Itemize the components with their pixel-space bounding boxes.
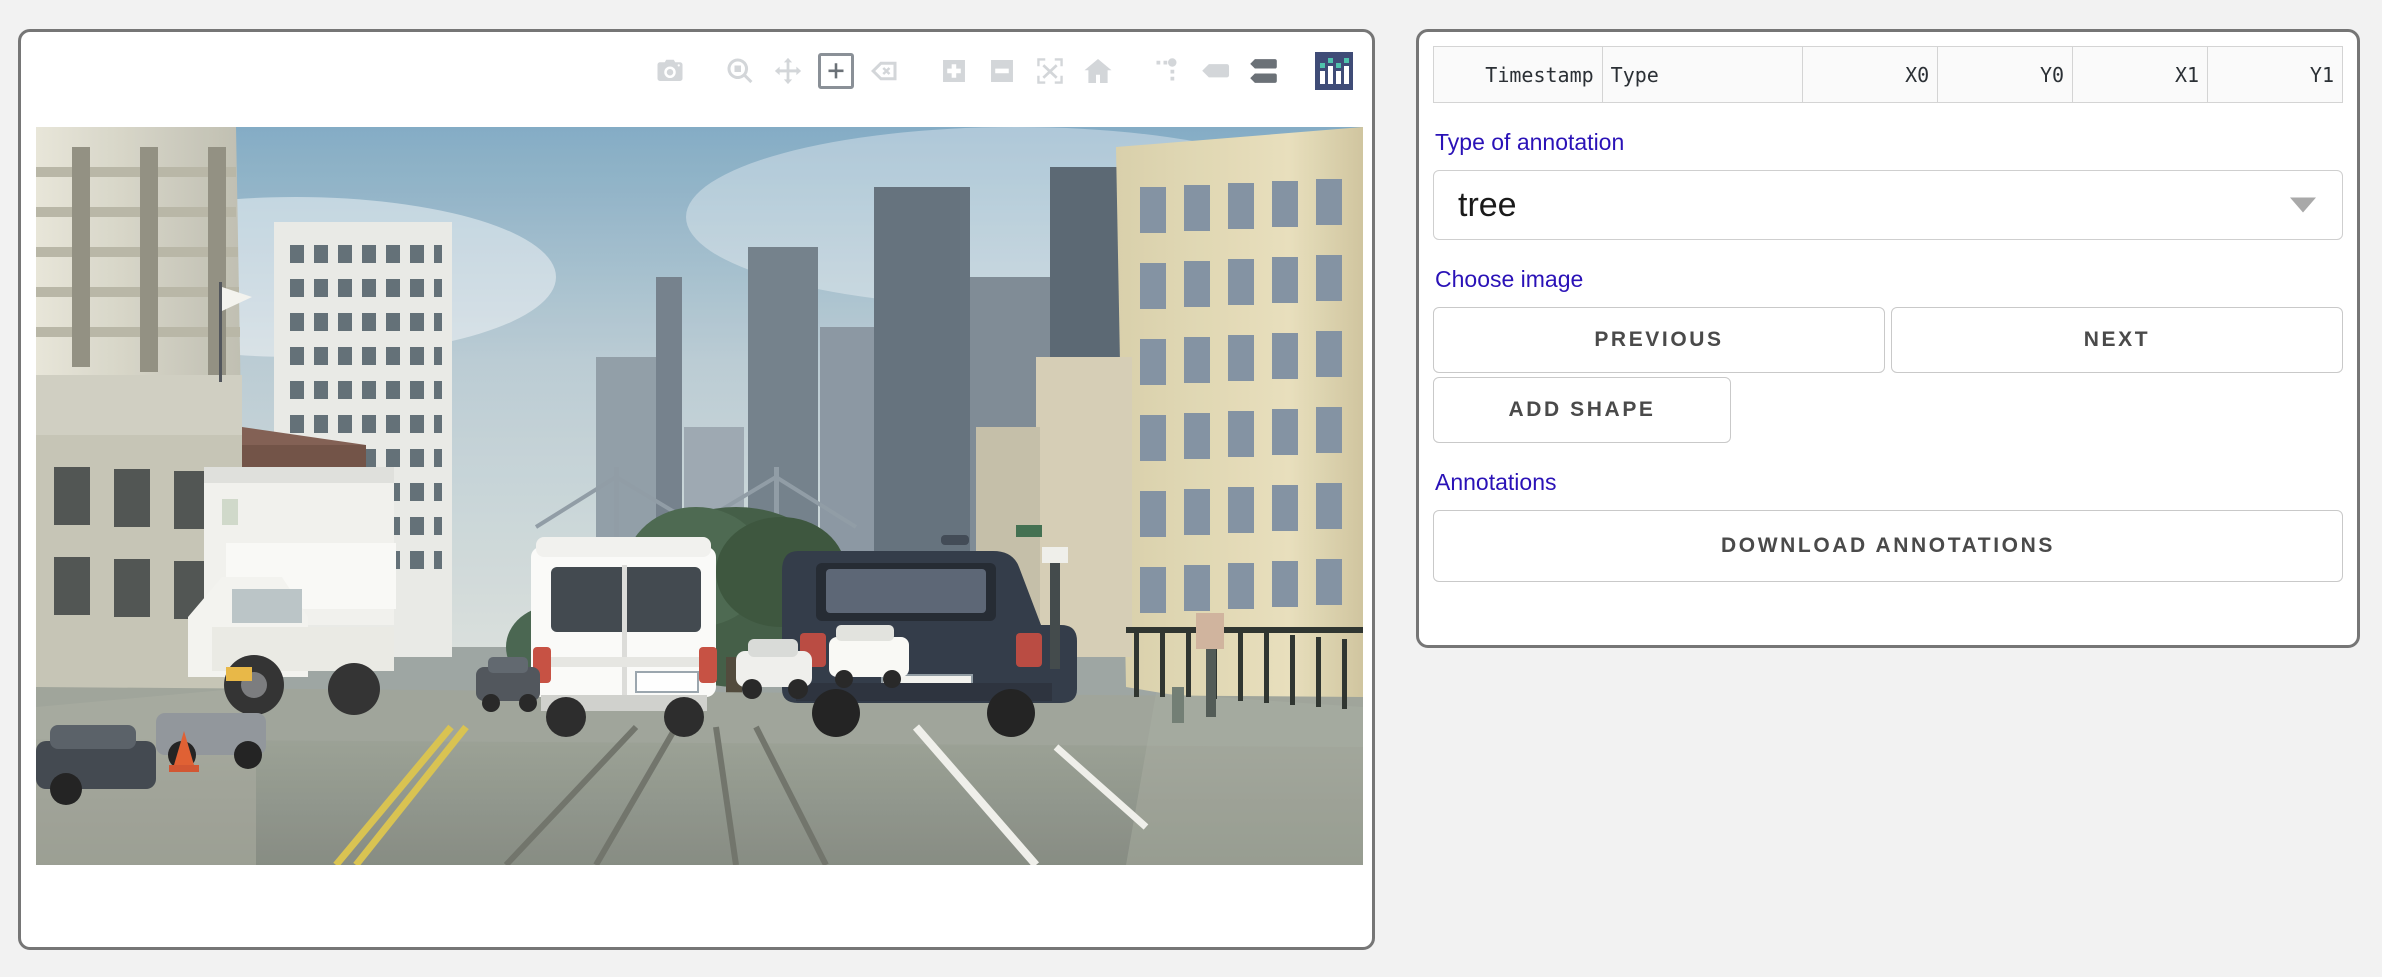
plotly-logo-icon[interactable] — [1310, 50, 1358, 92]
plotly-logo-mark — [1315, 52, 1353, 90]
add-shape-button[interactable]: ADD SHAPE — [1433, 377, 1731, 443]
modebar-group-zoom — [930, 50, 1122, 92]
column-header-timestamp[interactable]: Timestamp — [1433, 46, 1603, 103]
pan-icon[interactable] — [764, 50, 812, 92]
zoom-in-icon[interactable] — [930, 50, 978, 92]
modebar-group-export — [646, 50, 694, 92]
modebar-group-hover — [1144, 50, 1288, 92]
toggle-spike-lines-icon[interactable] — [1144, 50, 1192, 92]
chevron-down-icon — [2290, 197, 2316, 213]
column-header-y1[interactable]: Y1 — [2207, 46, 2343, 103]
plotly-modebar[interactable] — [646, 48, 1358, 94]
autoscale-icon[interactable] — [1026, 50, 1074, 92]
annotations-label: Annotations — [1435, 469, 1557, 495]
draw-rectangle-icon[interactable] — [812, 50, 860, 92]
type-of-annotation-label: Type of annotation — [1435, 129, 1625, 155]
hover-compare-icon[interactable] — [1240, 50, 1288, 92]
column-header-x1[interactable]: X1 — [2072, 46, 2209, 103]
graph-panel: Tonga — [18, 29, 1375, 950]
download-annotations-button[interactable]: DOWNLOAD ANNOTATIONS — [1433, 510, 2343, 582]
table-header-row: Timestamp Type X0 Y0 X1 Y1 — [1433, 46, 2343, 103]
column-header-x0[interactable]: X0 — [1802, 46, 1939, 103]
choose-image-button-row: PREVIOUS NEXT — [1433, 307, 2343, 373]
annotation-side-panel: Timestamp Type X0 Y0 X1 Y1 Type of annot… — [1416, 29, 2360, 648]
zoom-out-icon[interactable] — [978, 50, 1026, 92]
annotations-table: Timestamp Type X0 Y0 X1 Y1 — [1433, 46, 2343, 103]
modebar-group-drag — [716, 50, 908, 92]
choose-image-label: Choose image — [1435, 266, 1584, 292]
type-of-annotation-value: tree — [1458, 185, 1517, 224]
column-header-type[interactable]: Type — [1601, 46, 1804, 103]
column-header-y0[interactable]: Y0 — [1937, 46, 2074, 103]
annotation-tool-app: Tonga — [0, 0, 2382, 977]
download-plot-png-icon[interactable] — [646, 50, 694, 92]
next-button[interactable]: NEXT — [1891, 307, 2343, 373]
zoom-icon[interactable] — [716, 50, 764, 92]
hover-closest-icon[interactable] — [1192, 50, 1240, 92]
modebar-group-brand — [1310, 50, 1358, 92]
type-of-annotation-select[interactable]: tree — [1433, 170, 2343, 240]
street-scene-illustration: Tonga — [36, 127, 1363, 865]
reset-axes-home-icon[interactable] — [1074, 50, 1122, 92]
annotations-table-head: Timestamp Type X0 Y0 X1 Y1 — [1433, 46, 2343, 103]
draw-rectangle-active-frame — [818, 53, 854, 89]
previous-button[interactable]: PREVIOUS — [1433, 307, 1885, 373]
erase-shape-icon[interactable] — [860, 50, 908, 92]
street-scene-photo[interactable]: Tonga — [36, 127, 1363, 865]
